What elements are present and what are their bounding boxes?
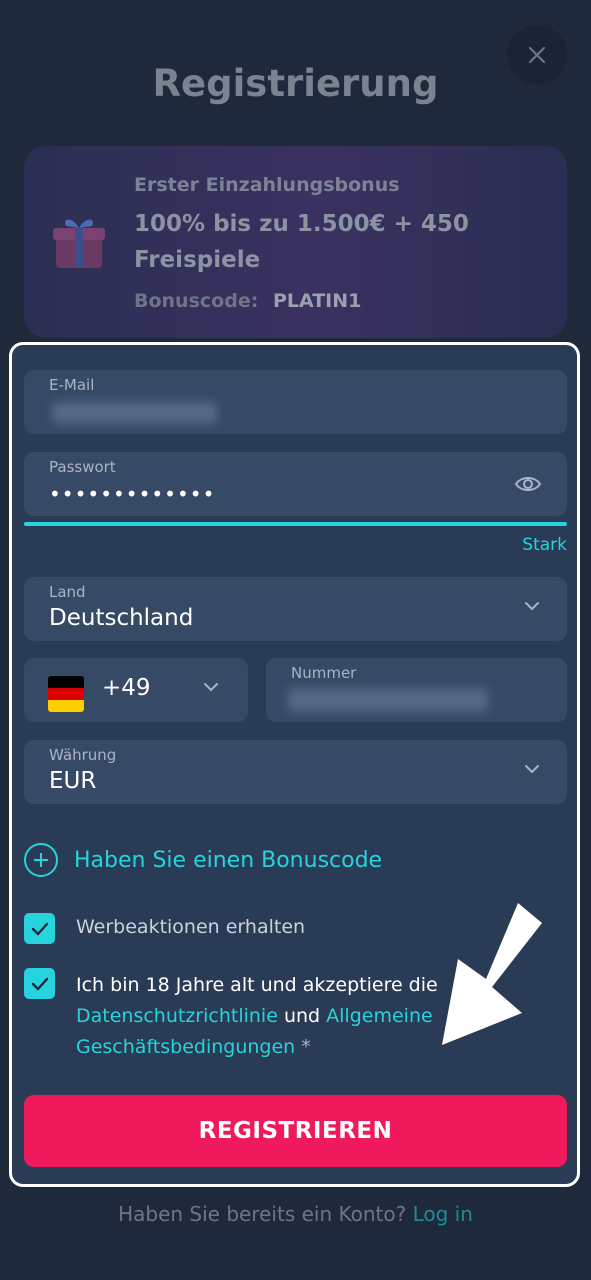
email-field[interactable]: E-Mail — [24, 370, 567, 434]
page-title: Registrierung — [152, 62, 439, 105]
eye-icon[interactable] — [514, 470, 542, 498]
terms-link-part2[interactable]: Geschäftsbedingungen — [76, 1036, 295, 1058]
email-value-redacted — [52, 402, 217, 424]
terms-checkbox[interactable] — [24, 968, 55, 999]
privacy-policy-link[interactable]: Datenschutzrichtlinie — [76, 1005, 278, 1027]
required-asterisk: * — [301, 1036, 311, 1058]
password-value: ••••••••••••• — [49, 482, 216, 506]
password-strength-bar — [24, 522, 567, 526]
chevron-down-icon — [525, 602, 539, 611]
login-question: Haben Sie bereits ein Konto? — [118, 1202, 407, 1226]
plus-circle-icon — [24, 843, 58, 877]
checkmark-icon — [31, 977, 48, 990]
phone-number-label: Nummer — [291, 664, 357, 682]
phone-value-redacted — [288, 688, 488, 712]
login-link[interactable]: Log in — [413, 1202, 473, 1226]
bonus-amount: 100% bis zu 1.500€ + 450 Freispiele — [134, 211, 469, 273]
pointer-arrow-icon — [442, 903, 542, 1045]
terms-text-before: Ich bin 18 Jahre alt und akzeptiere d — [76, 974, 421, 996]
promotions-checkbox[interactable] — [24, 913, 55, 944]
country-select[interactable]: Land Deutschland — [24, 577, 567, 641]
phone-number-field[interactable]: Nummer — [266, 658, 567, 722]
country-label: Land — [49, 583, 86, 601]
currency-value: EUR — [49, 768, 97, 794]
bonus-code-label: Bonuscode: — [134, 290, 259, 312]
terms-link-part1[interactable]: Allgemeine — [326, 1005, 433, 1027]
chevron-down-icon — [204, 683, 218, 692]
terms-and: und — [283, 1005, 321, 1027]
dial-code-select[interactable]: +49 — [24, 658, 248, 722]
login-prompt: Haben Sie bereits ein Konto? Log in — [0, 1202, 591, 1226]
bonus-code: Bonuscode: PLATIN1 — [134, 290, 361, 312]
germany-flag-icon — [48, 676, 84, 712]
currency-label: Währung — [49, 746, 117, 764]
bonus-code-link[interactable]: Haben Sie einen Bonuscode — [24, 843, 382, 877]
currency-select[interactable]: Währung EUR — [24, 740, 567, 804]
country-value: Deutschland — [49, 605, 194, 631]
password-field[interactable]: Passwort ••••••••••••• — [24, 452, 567, 516]
password-strength-label: Stark — [522, 535, 567, 555]
email-label: E-Mail — [49, 376, 95, 394]
checkmark-icon — [31, 922, 48, 935]
gift-icon — [53, 219, 105, 268]
promotions-label: Werbeaktionen erhalten — [76, 916, 306, 938]
dial-code: +49 — [102, 675, 151, 701]
bonus-code-link-label: Haben Sie einen Bonuscode — [74, 847, 383, 873]
chevron-down-icon — [525, 765, 539, 774]
register-button[interactable]: REGISTRIEREN — [24, 1095, 567, 1167]
bonus-code-value: PLATIN1 — [272, 290, 362, 312]
password-label: Passwort — [49, 458, 116, 476]
bonus-label: Erster Einzahlungsbonus — [134, 174, 400, 196]
